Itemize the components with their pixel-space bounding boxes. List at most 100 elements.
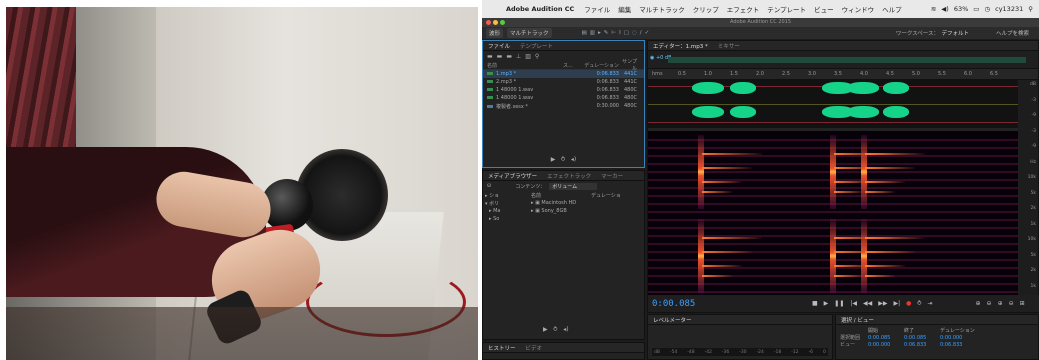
time-selection-icon[interactable]: I [619, 30, 621, 36]
file-row[interactable]: 1.mp3 * 0:06.833 441C [483, 70, 644, 78]
media-item-sony[interactable]: ▸ ▣ Sony_8GB [531, 208, 567, 214]
col-name[interactable]: 名前 [483, 62, 563, 69]
insert-icon[interactable]: ⊥ [516, 53, 521, 60]
selection-view-title[interactable]: 選択 / ビュー [836, 316, 879, 324]
file-row[interactable]: 1 48000 1.wav 0:06.833 480C [483, 86, 644, 94]
tab-video[interactable]: ビデオ [521, 344, 548, 352]
tab-media-browser[interactable]: メディアブラウザー [483, 172, 542, 180]
loop-playback-button[interactable]: ⥁ [917, 300, 921, 307]
content-select[interactable]: ボリューム [549, 182, 598, 190]
pause-button[interactable]: ❚❚ [834, 300, 844, 307]
col-duration[interactable]: デュレーション [575, 62, 619, 69]
go-start-button[interactable]: |◀ [850, 300, 857, 307]
view-start-field[interactable]: 0:00.000 [868, 342, 904, 348]
search-files-icon[interactable]: ⚲ [535, 53, 539, 60]
tree-item[interactable]: ▸ So [489, 216, 531, 222]
volume-icon[interactable]: ◀) [941, 5, 949, 13]
tab-files[interactable]: ファイル [483, 42, 515, 50]
battery-percent[interactable]: 63% [954, 5, 968, 13]
tree-item[interactable]: ▾ ボリ [485, 200, 531, 207]
zoom-in-amplitude-icon[interactable]: ⊕ [976, 300, 981, 307]
menu-multitrack[interactable]: マルチトラック [639, 4, 685, 14]
tree-item[interactable]: ▸ Ma [489, 208, 531, 214]
clock-icon[interactable]: ◷ [984, 5, 990, 13]
play-icon[interactable]: ▶ [551, 156, 556, 163]
battery-icon[interactable]: ▭ [973, 5, 979, 13]
tab-effects-rack[interactable]: エフェクトラック [542, 172, 596, 180]
tab-history[interactable]: ヒストリー [483, 344, 521, 352]
file-row[interactable]: 2.mp3 * 0:06.833 441C [483, 78, 644, 86]
skip-selection-button[interactable]: ⇥ [927, 300, 932, 307]
record-button[interactable]: ● [906, 300, 911, 307]
level-meter-title[interactable]: レベルメーター [648, 316, 697, 324]
col-media-duration[interactable]: デュレーショ [591, 192, 621, 199]
zoom-full-icon[interactable]: ⊞ [1020, 300, 1025, 307]
menu-edit[interactable]: 編集 [618, 4, 631, 14]
spectral-view-icon[interactable]: ▤ [582, 30, 587, 36]
close-window-icon[interactable] [486, 20, 491, 25]
sel-start-field[interactable]: 0:00.085 [868, 335, 904, 341]
new-file-icon[interactable]: ▬ [506, 53, 512, 60]
pitch-view-icon[interactable]: ▥ [590, 30, 595, 36]
wifi-icon[interactable]: ≋ [931, 5, 936, 13]
go-end-button[interactable]: ▶| [893, 300, 900, 307]
delete-file-icon[interactable]: ▥ [525, 53, 531, 60]
menu-clip[interactable]: クリップ [693, 4, 719, 14]
spectral-display[interactable] [648, 131, 1020, 297]
import-file-icon[interactable]: ▬ [497, 53, 503, 60]
menu-view[interactable]: ビュー [814, 4, 834, 14]
media-item-macintosh[interactable]: ▸ ▣ Macintosh HD [531, 200, 576, 206]
help-search-input[interactable]: ヘルプを検索 [996, 29, 1029, 37]
loop-icon[interactable]: ⥁ [561, 156, 565, 163]
razor-tool-icon[interactable]: ✎ [604, 30, 609, 36]
tree-item[interactable]: ▸ ショ [485, 192, 531, 199]
media-location-icon[interactable]: ⛁ [487, 183, 491, 189]
zoom-window-icon[interactable] [500, 20, 505, 25]
minimize-window-icon[interactable] [493, 20, 498, 25]
file-row[interactable]: 1 48000 1.wav 0:06.833 480C [483, 94, 644, 102]
move-tool-icon[interactable]: ▸ [598, 30, 601, 36]
overview-strip[interactable]: ◉ +0 dB [648, 51, 1038, 69]
zoom-out-time-icon[interactable]: ⊖ [1009, 300, 1014, 307]
user-name[interactable]: cy13231 [995, 5, 1023, 13]
workspace-select[interactable]: デフォルト [941, 29, 969, 37]
spotlight-icon[interactable]: ⚲ [1028, 5, 1033, 13]
zoom-in-time-icon[interactable]: ⊕ [998, 300, 1003, 307]
tab-mixer[interactable]: ミキサー [713, 42, 745, 50]
overview-waveform[interactable] [668, 57, 1026, 63]
slip-tool-icon[interactable]: ⊢ [611, 30, 616, 36]
waveform-display[interactable] [648, 80, 1020, 128]
col-samplerate[interactable]: サンプル [619, 58, 639, 72]
tab-markers[interactable]: マーカー [596, 172, 628, 180]
view-end-field[interactable]: 0:06.833 [904, 342, 940, 348]
menu-help[interactable]: ヘルプ [882, 4, 902, 14]
play-button[interactable]: ▶ [824, 300, 829, 307]
file-row[interactable]: 複製者.sesx * 0:30.000 480C [483, 102, 644, 110]
zoom-out-amplitude-icon[interactable]: ⊖ [987, 300, 992, 307]
menu-window[interactable]: ウィンドウ [842, 4, 875, 14]
lasso-tool-icon[interactable]: ◌ [632, 30, 637, 36]
tab-template[interactable]: テンプレート [515, 42, 558, 50]
stop-button[interactable]: ■ [812, 300, 818, 307]
open-file-icon[interactable]: ▬ [487, 53, 493, 60]
media-play-icon[interactable]: ▶ [543, 326, 548, 333]
col-media-name[interactable]: 名前 [531, 192, 591, 199]
marquee-tool-icon[interactable]: ▢ [624, 30, 629, 36]
menu-effects[interactable]: エフェクト [727, 4, 760, 14]
media-loop-icon[interactable]: ⥁ [553, 326, 557, 333]
sel-end-field[interactable]: 0:00.085 [904, 335, 940, 341]
waveform-mode-button[interactable]: 波形 [486, 28, 504, 38]
time-ruler[interactable]: hms 0.5 1.0 1.5 2.0 2.5 3.0 3.5 4.0 4.5 5.0 5.5 6.0 6… [648, 69, 1038, 80]
autoplay-icon[interactable]: ◂) [571, 156, 576, 163]
spot-healing-icon[interactable]: ✓ [645, 30, 650, 36]
multitrack-mode-button[interactable]: マルチトラック [507, 28, 552, 38]
media-autoplay-icon[interactable]: ◂) [563, 326, 568, 333]
rewind-button[interactable]: ◀◀ [863, 300, 872, 307]
app-menu[interactable]: Adobe Audition CC [506, 5, 574, 13]
tab-editor[interactable]: エディター：1.mp3 * [648, 42, 713, 50]
forward-button[interactable]: ▶▶ [878, 300, 887, 307]
col-status[interactable]: ス... [563, 62, 575, 69]
sel-duration-field[interactable]: 0:00.000 [940, 335, 976, 341]
view-duration-field[interactable]: 0:06.833 [940, 342, 976, 348]
current-time-display[interactable]: 0:00.085 [652, 299, 742, 309]
